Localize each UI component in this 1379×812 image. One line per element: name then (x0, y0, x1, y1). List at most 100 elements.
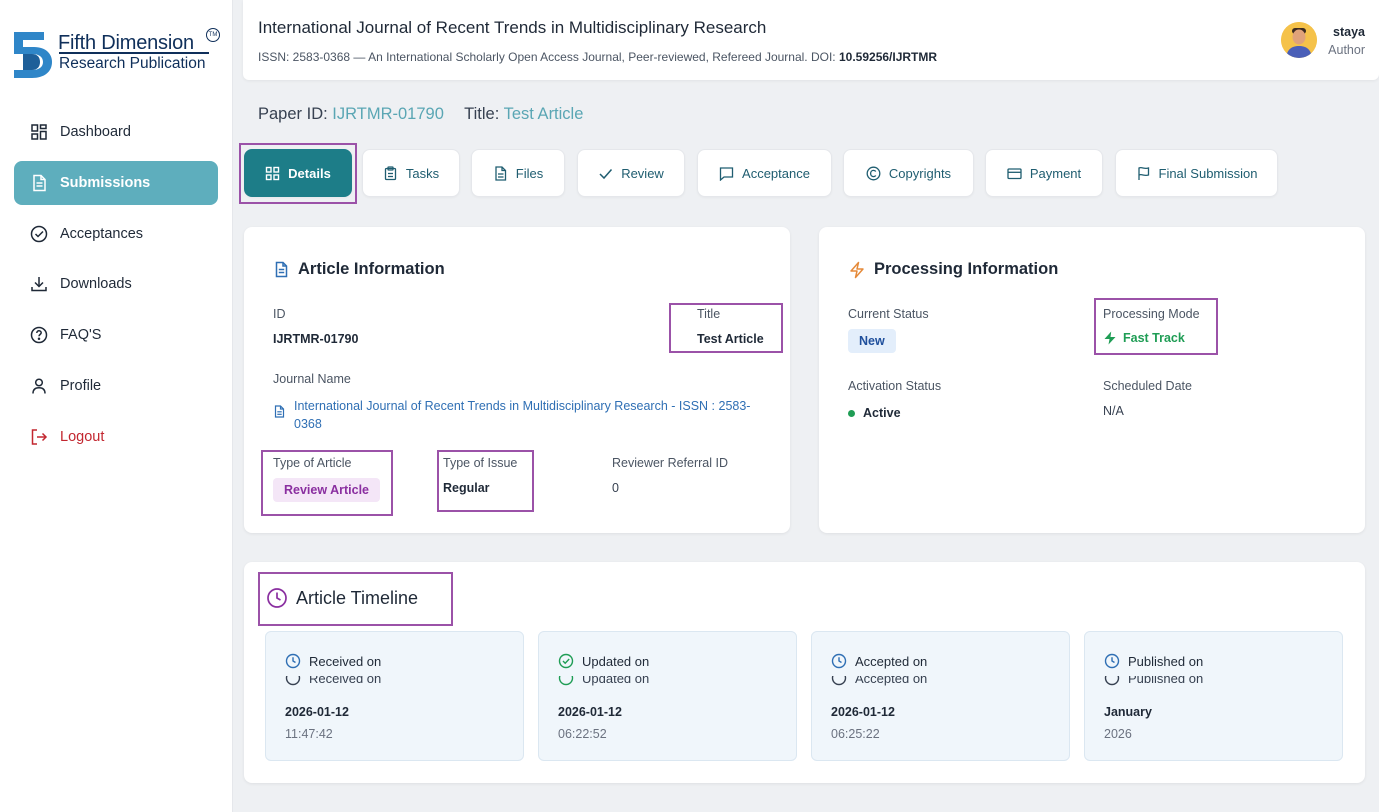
type-of-issue-value: Regular (443, 481, 490, 495)
activation-status-label: Activation Status (848, 379, 942, 393)
sidebar: Fifth Dimension Research Publication TM … (0, 0, 233, 812)
scheduled-date-value: N/A (1103, 404, 1124, 418)
sidebar-item-profile[interactable]: Profile (14, 364, 218, 408)
file-icon (495, 165, 506, 181)
message-icon (719, 166, 734, 181)
timeline-item-ghost-label: Published on (1104, 676, 1203, 686)
journal-name-line2: 0368 (294, 417, 322, 431)
check-icon (599, 168, 613, 179)
tab-payment[interactable]: Payment (985, 149, 1103, 197)
sidebar-nav: Dashboard Submissions Acceptances Downlo… (14, 110, 218, 466)
journal-name-line1: International Journal of Recent Trends i… (294, 399, 751, 413)
logout-icon (31, 429, 48, 445)
tab-final-submission[interactable]: Final Submission (1115, 149, 1278, 197)
clipboard-icon (384, 165, 397, 180)
timeline-item-label: Accepted on (855, 653, 928, 669)
timeline-item-updated: Updated on Updated on 2026-01-12 06:22:5… (538, 631, 797, 761)
journal-subtitle: ISSN: 2583-0368 — An International Schol… (258, 50, 937, 64)
sidebar-item-label: FAQ'S (60, 327, 102, 344)
paper-title-label: Title: (464, 105, 500, 123)
check-circle-icon (558, 676, 574, 686)
tab-tasks[interactable]: Tasks (362, 149, 460, 197)
tab-acceptance[interactable]: Acceptance (697, 149, 832, 197)
scheduled-date-label: Scheduled Date (1103, 379, 1192, 393)
type-of-article-label: Type of Article (273, 456, 352, 470)
sidebar-item-dashboard[interactable]: Dashboard (14, 110, 218, 154)
article-information-title: Article Information (273, 260, 445, 279)
timeline-item-ghost-label: Received on (285, 676, 381, 686)
timeline-item-published: Published on Published on January 2026 (1084, 631, 1343, 761)
clock-icon (831, 676, 847, 686)
status-dot-icon (848, 409, 855, 417)
timeline-item-header: Accepted on (831, 653, 927, 669)
document-icon (275, 261, 288, 278)
timeline-item-header: Received on (285, 653, 381, 669)
user-role: Author (1328, 43, 1365, 57)
tab-label: Final Submission (1158, 165, 1258, 181)
tab-label: Payment (1029, 165, 1082, 181)
article-information-card: Article Information ID IJRTMR-01790 Titl… (244, 227, 790, 533)
title-label: Title (697, 307, 721, 321)
ghost-text: Published on (1128, 676, 1204, 686)
tab-copyrights[interactable]: Copyrights (843, 149, 974, 197)
sidebar-item-faq[interactable]: FAQ'S (14, 313, 218, 357)
avatar[interactable] (1281, 22, 1317, 58)
flag-icon (1137, 166, 1149, 180)
timeline-item-ghost-label: Updated on (558, 676, 649, 686)
timeline-item-accepted: Accepted on Accepted on 2026-01-12 06:25… (811, 631, 1070, 761)
reviewer-referral-label: Reviewer Referral ID (612, 456, 729, 470)
avatar-person-icon (1281, 22, 1317, 58)
check-circle-icon (558, 653, 574, 669)
sidebar-item-submissions[interactable]: Submissions (14, 160, 218, 205)
brand-logo[interactable]: Fifth Dimension Research Publication TM (14, 28, 224, 84)
type-of-article-badge: Review Article (273, 478, 380, 502)
timeline-item-header: Published on (1104, 653, 1203, 669)
logo-mark-icon (14, 32, 52, 78)
timeline-item-date: January (1104, 705, 1152, 719)
top-header: International Journal of Recent Trends i… (243, 0, 1379, 80)
timeline-item-date: 2026-01-12 (285, 705, 349, 719)
sidebar-item-label: Submissions (60, 174, 151, 191)
tab-files[interactable]: Files (471, 149, 565, 197)
card-title-text: Processing Information (874, 260, 1059, 278)
processing-mode-label: Processing Mode (1103, 307, 1200, 321)
question-circle-icon (30, 326, 48, 344)
processing-information-card: Processing Information Current Status Ne… (819, 227, 1365, 533)
copyright-icon (866, 166, 881, 180)
journal-title: International Journal of Recent Trends i… (258, 18, 767, 37)
paper-id-value: IJRTMR-01790 (332, 105, 444, 123)
paper-summary: Paper ID: IJRTMR-01790 Title: Test Artic… (258, 105, 599, 124)
sidebar-item-label: Downloads (60, 276, 132, 293)
clock-icon (1104, 676, 1120, 686)
tab-label: Files (515, 165, 544, 181)
brand-underline (59, 52, 209, 54)
journal-name-link[interactable]: International Journal of Recent Trends i… (294, 397, 750, 433)
activation-status-value: Active (848, 406, 901, 420)
sidebar-item-label: Dashboard (60, 124, 131, 140)
timeline-item-received: Received on Received on 2026-01-12 11:47… (265, 631, 524, 761)
sidebar-item-downloads[interactable]: Downloads (14, 262, 218, 306)
timeline-item-header: Updated on (558, 653, 649, 669)
timeline-item-time: 06:25:22 (831, 727, 880, 741)
journal-subtitle-text: ISSN: 2583-0368 — An International Schol… (258, 50, 839, 64)
ghost-text: Received on (309, 676, 382, 686)
journal-doi: 10.59256/IJRTMR (838, 50, 938, 64)
clock-icon (1104, 653, 1120, 669)
card-icon (1007, 167, 1022, 179)
tab-label: Acceptance (742, 165, 810, 181)
sidebar-item-acceptances[interactable]: Acceptances (14, 212, 218, 256)
ghost-text: Accepted on (855, 676, 928, 686)
clock-icon (285, 653, 301, 669)
tab-details[interactable]: Details (244, 149, 352, 197)
processing-mode-text: Fast Track (1123, 331, 1185, 345)
tab-review[interactable]: Review (577, 149, 685, 197)
timeline-item-label: Published on (1128, 653, 1204, 669)
timeline-item-label: Updated on (582, 653, 650, 669)
timeline-item-time: 06:22:52 (558, 727, 607, 741)
grid-icon (265, 166, 280, 180)
type-of-issue-label: Type of Issue (443, 456, 518, 470)
sidebar-item-label: Acceptances (60, 225, 144, 242)
sidebar-item-logout[interactable]: Logout (14, 415, 218, 459)
processing-mode-value: Fast Track (1103, 331, 1185, 345)
ghost-text: Updated on (582, 676, 650, 686)
